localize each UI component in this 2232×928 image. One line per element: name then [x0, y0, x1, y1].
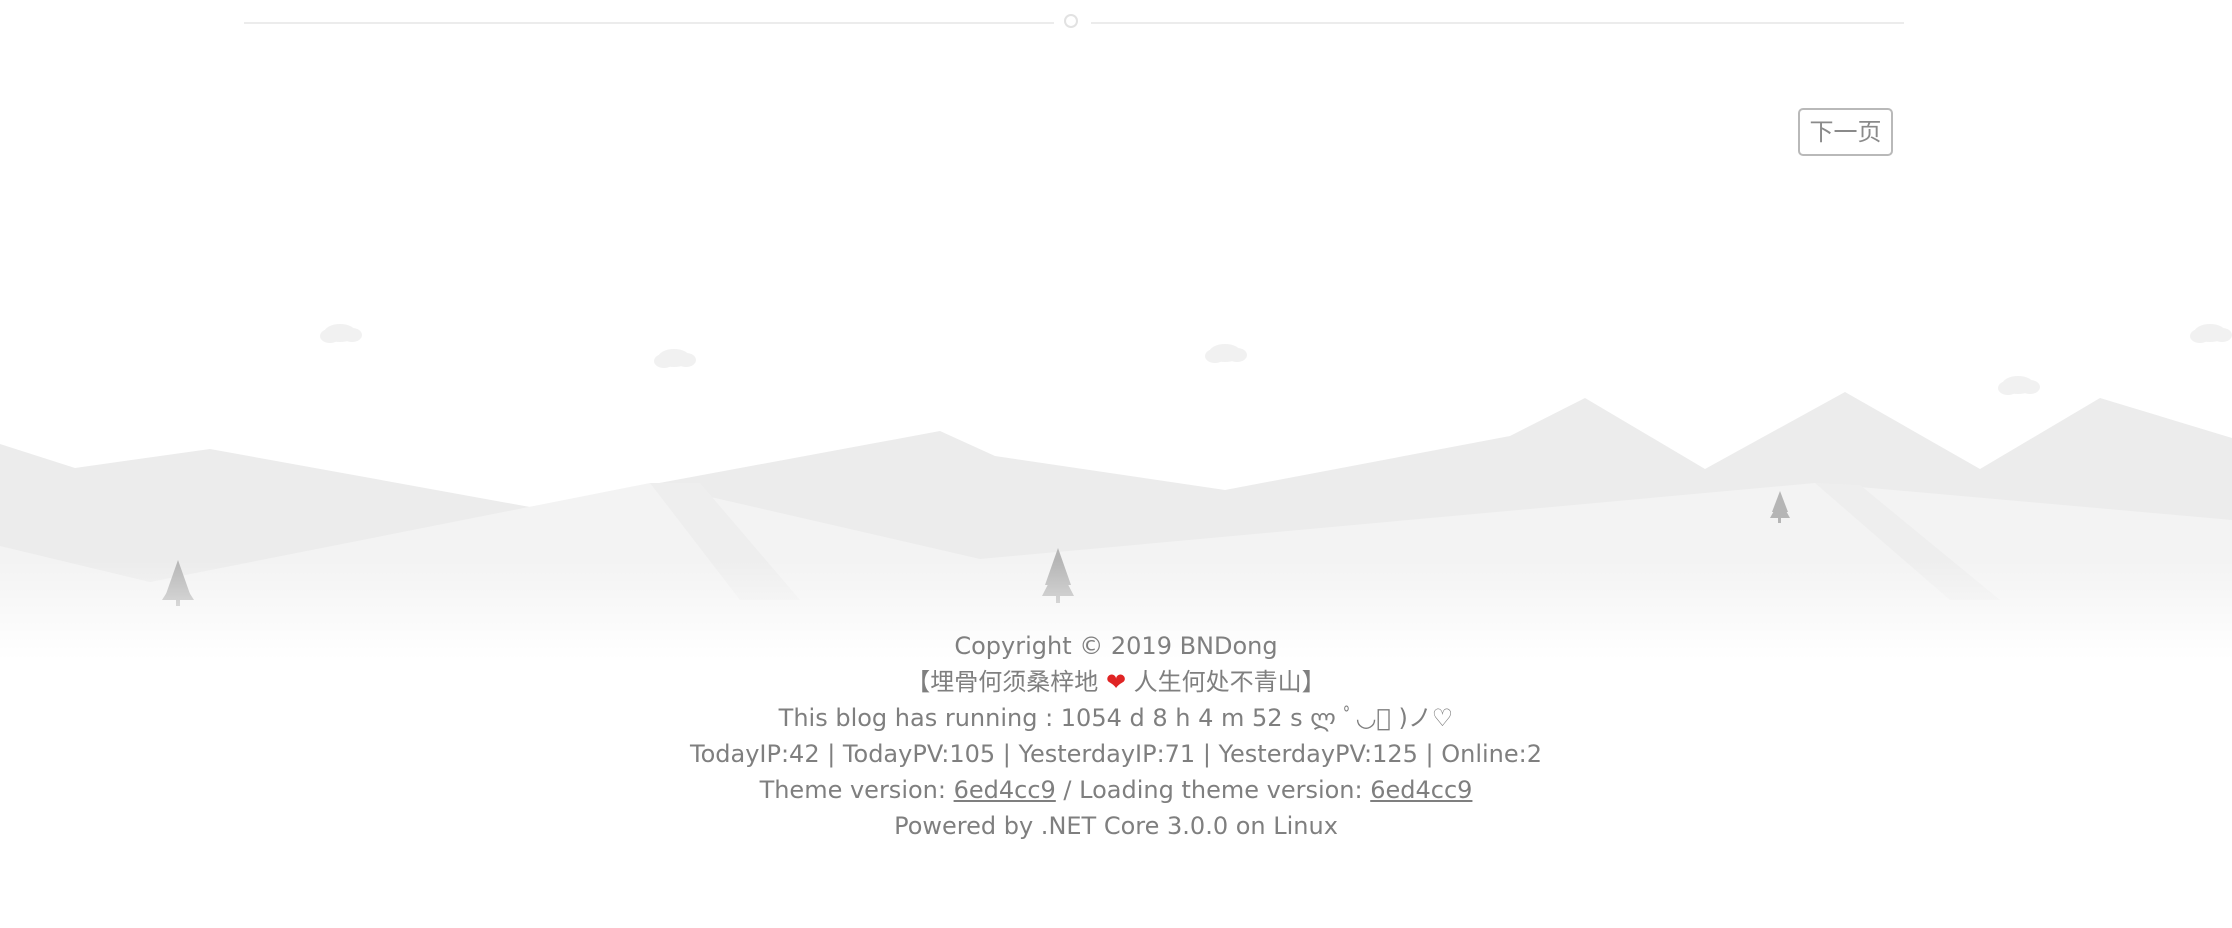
theme-version-text: Theme version: 6ed4cc9 / Loading theme v…: [0, 772, 2232, 808]
motto-open: 【埋骨何须桑梓地: [906, 668, 1106, 696]
motto-close: 人生何处不青山】: [1126, 668, 1326, 696]
page: 下一页 Copyright © 2019 BNDong 【埋骨何须桑梓地 ❤ 人…: [0, 0, 2232, 928]
loading-version-prefix: / Loading theme version:: [1055, 776, 1371, 804]
powered-by-text: Powered by .NET Core 3.0.0 on Linux: [894, 812, 1338, 840]
loading-version-link[interactable]: 6ed4cc9: [1370, 776, 1472, 804]
cloud-icon: [654, 349, 696, 368]
cloud-icon: [1205, 344, 1247, 363]
motto-text: 【埋骨何须桑梓地 ❤ 人生何处不青山】: [0, 664, 2232, 700]
divider-line-left: [244, 22, 1054, 24]
cloud-icon: [1998, 376, 2040, 395]
next-page-button[interactable]: 下一页: [1798, 108, 1893, 156]
theme-version-prefix: Theme version:: [759, 776, 954, 804]
theme-version-link[interactable]: 6ed4cc9: [954, 776, 1056, 804]
heart-icon: ❤: [1105, 668, 1127, 696]
footer: Copyright © 2019 BNDong 【埋骨何须桑梓地 ❤ 人生何处不…: [0, 628, 2232, 844]
copyright-text: Copyright © 2019 BNDong: [954, 632, 1278, 660]
cloud-icon: [2190, 324, 2232, 343]
visit-stats-text: TodayIP:42 | TodayPV:105 | YesterdayIP:7…: [690, 740, 1542, 768]
mountain-landscape-illustration: [0, 324, 2232, 660]
divider-circle-icon: [1064, 14, 1078, 28]
cloud-icon: [320, 324, 362, 343]
running-time-text: This blog has running : 1054 d 8 h 4 m 5…: [778, 704, 1454, 732]
divider-line-right: [1091, 22, 1904, 24]
